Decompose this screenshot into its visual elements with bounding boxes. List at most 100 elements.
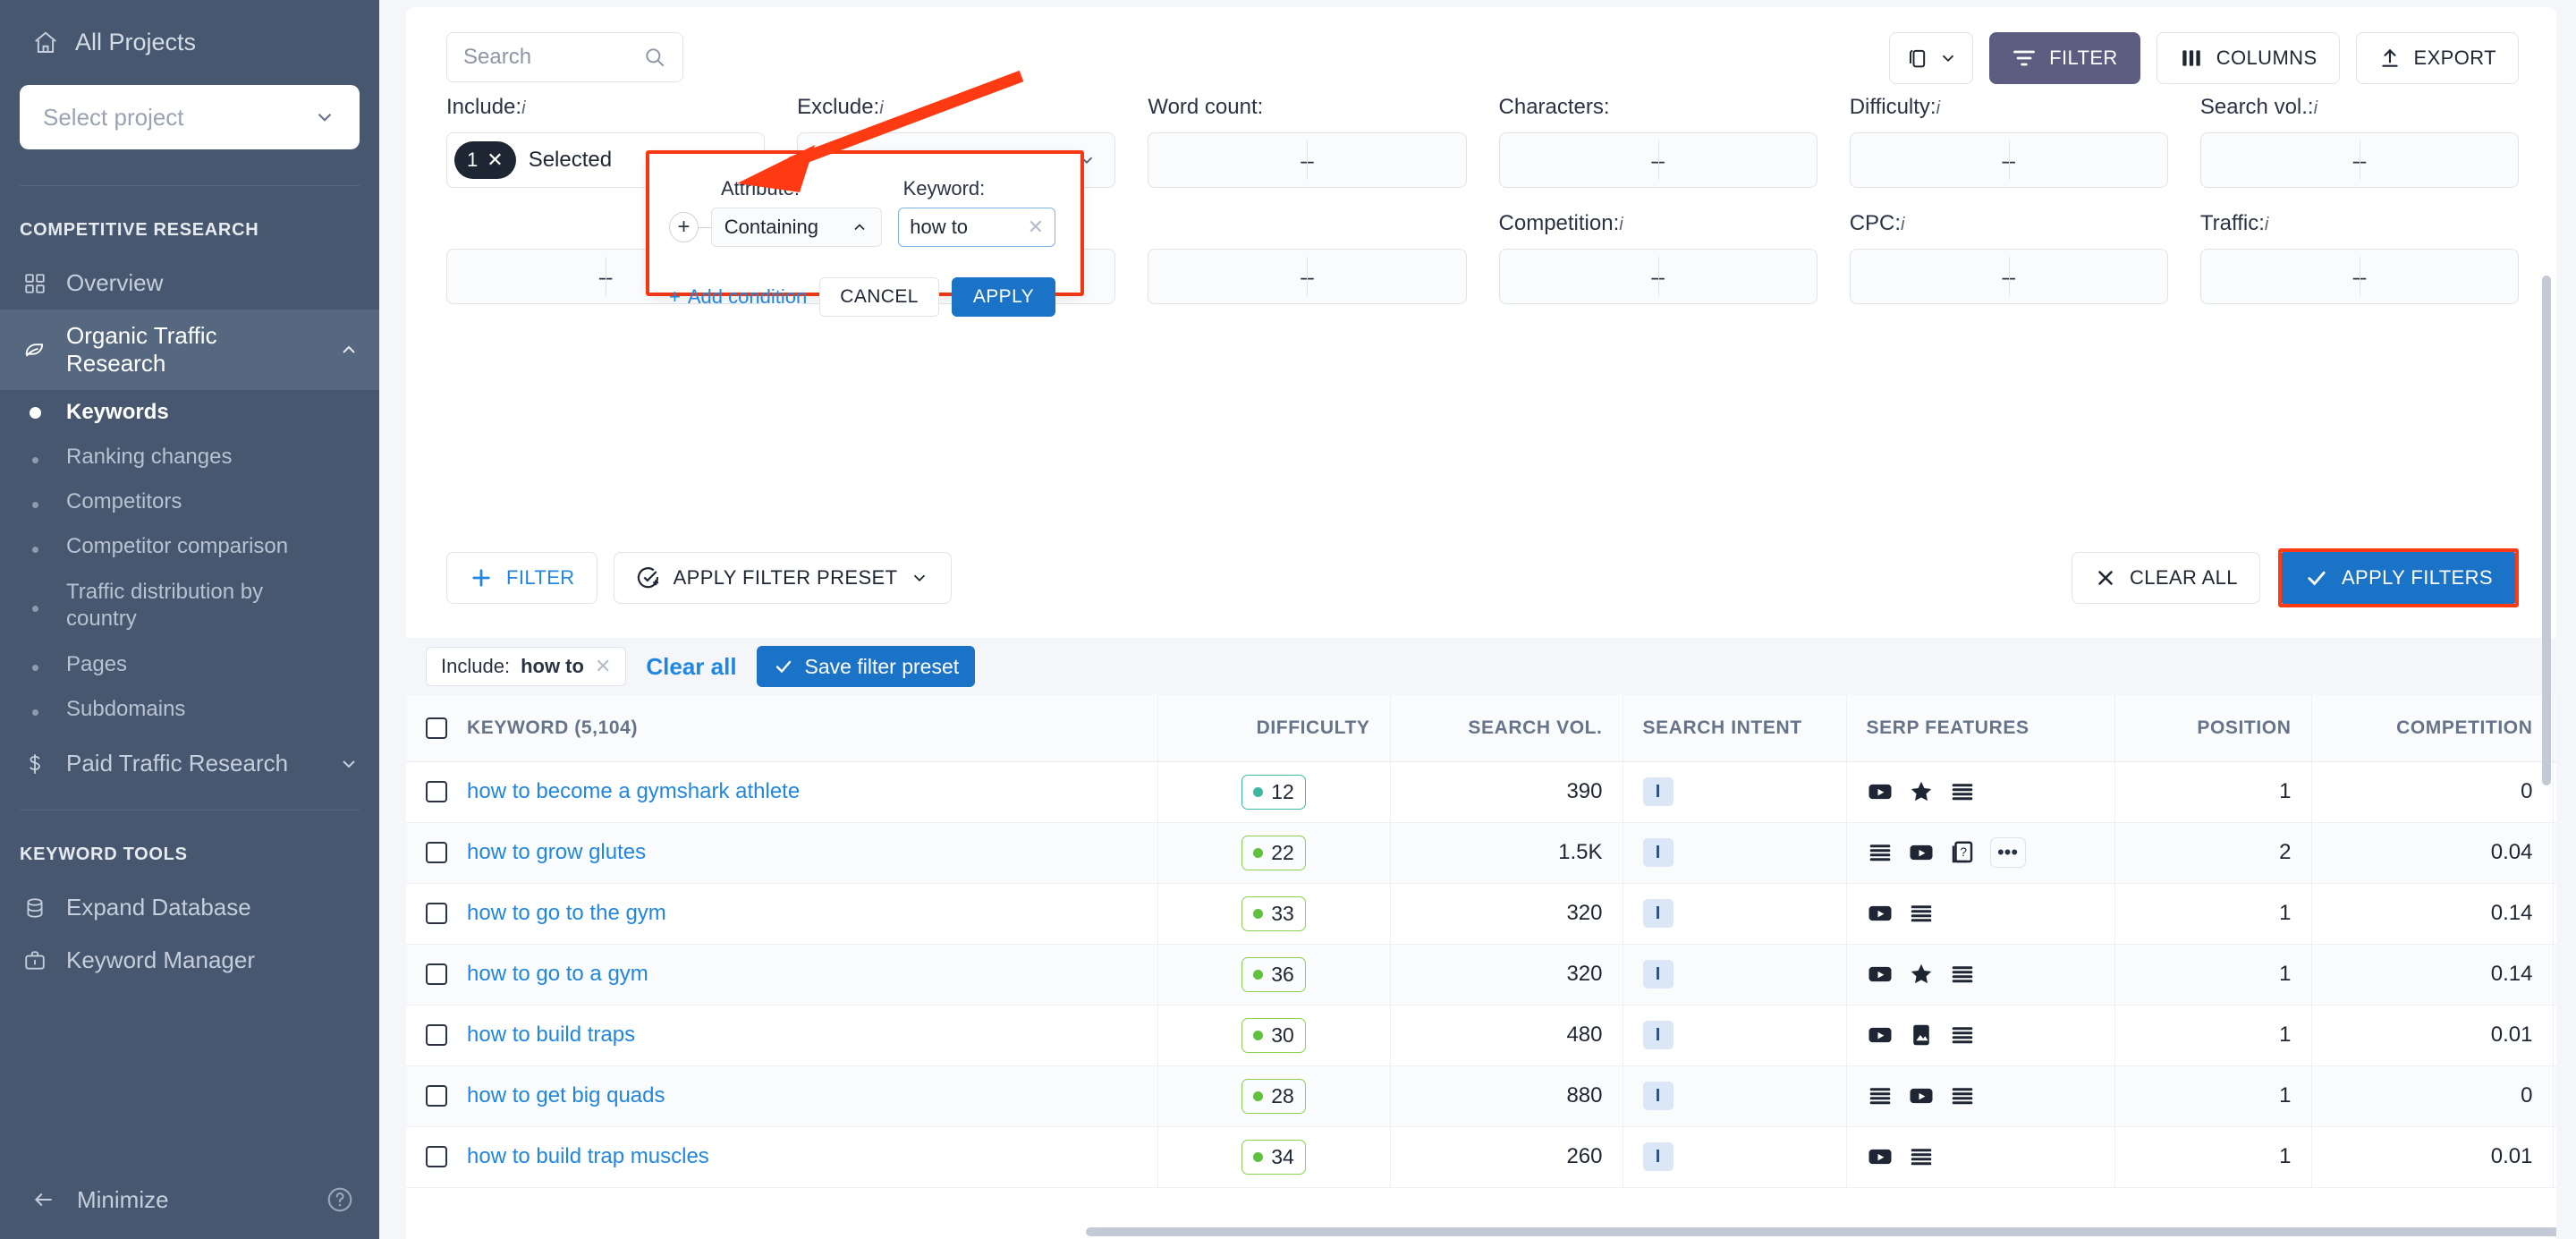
keyword-link[interactable]: how to build traps bbox=[467, 1023, 635, 1048]
keyword-link[interactable]: how to go to a gym bbox=[467, 962, 648, 987]
sidebar-top: All Projects Select project bbox=[0, 0, 379, 186]
project-select[interactable]: Select project bbox=[20, 85, 360, 149]
sidebar-item-competitor-comparison[interactable]: Competitor comparison bbox=[0, 524, 379, 569]
column-header-keyword[interactable]: KEYWORD (5,104) bbox=[406, 695, 1158, 762]
clear-icon[interactable]: ✕ bbox=[1028, 216, 1044, 239]
filter-row2-c-control[interactable]: – bbox=[1148, 249, 1467, 304]
cell-cpc: $0.08 bbox=[2553, 1065, 2556, 1127]
table-row[interactable]: how to go to a gym 36 320 I 10.14$2.36 bbox=[406, 944, 2556, 1006]
sidebar-item-keywords[interactable]: Keywords bbox=[0, 390, 379, 435]
sidebar-item-expand-database[interactable]: Expand Database bbox=[0, 881, 379, 934]
faq-icon: ? bbox=[1952, 841, 1972, 863]
row-checkbox[interactable] bbox=[426, 1146, 447, 1167]
column-header-cpc[interactable]: CPC bbox=[2553, 695, 2556, 762]
column-header-position[interactable]: POSITION bbox=[2114, 695, 2312, 762]
vertical-scrollbar[interactable] bbox=[2542, 276, 2551, 785]
table-row[interactable]: how to build trap muscles 34 260 I 10.01$0.1… bbox=[406, 1126, 2556, 1188]
apply-filter-preset-button[interactable]: APPLY FILTER PRESET bbox=[613, 552, 953, 604]
apply-button[interactable]: APPLY bbox=[951, 277, 1055, 317]
cell-difficulty: 12 bbox=[1157, 761, 1391, 823]
filter-difficulty-control[interactable]: – bbox=[1849, 132, 2168, 188]
save-filter-preset-button[interactable]: Save filter preset bbox=[756, 646, 976, 687]
search-placeholder: Search bbox=[463, 45, 532, 69]
check-icon bbox=[773, 656, 794, 677]
apply-filters-button[interactable]: APPLY FILTERS bbox=[2281, 552, 2515, 604]
sidebar-item-all-projects[interactable]: All Projects bbox=[20, 23, 360, 56]
sidebar-item-overview[interactable]: Overview bbox=[0, 257, 379, 310]
filter-competition-control[interactable]: – bbox=[1498, 249, 1818, 304]
table-row[interactable]: how to build traps 30 480 I 10.01$0.13 bbox=[406, 1005, 2556, 1066]
plus-icon: + bbox=[669, 285, 681, 308]
sidebar-item-paid-traffic-research[interactable]: Paid Traffic Research bbox=[0, 737, 379, 790]
sidebar-item-keyword-manager[interactable]: Keyword Manager bbox=[0, 934, 379, 987]
filter-cpc-control[interactable]: – bbox=[1849, 249, 2168, 304]
filter-traffic-control[interactable]: – bbox=[2199, 249, 2520, 304]
applied-filter-chip[interactable]: Include: how to ✕ bbox=[426, 647, 627, 686]
column-header-competition[interactable]: COMPETITION bbox=[2311, 695, 2554, 762]
column-header-serp-features[interactable]: SERP FEATURES bbox=[1846, 695, 2115, 762]
cancel-button[interactable]: CANCEL bbox=[819, 277, 939, 317]
table-row[interactable]: how to become a gymshark athlete 12 390 I 1 0… bbox=[406, 761, 2556, 823]
cell-keyword: how to build traps bbox=[406, 1005, 1158, 1066]
row-checkbox[interactable] bbox=[426, 1085, 447, 1107]
row-checkbox[interactable] bbox=[426, 963, 447, 985]
list-icon bbox=[1869, 1088, 1890, 1105]
minimize-button[interactable]: Minimize bbox=[30, 1186, 169, 1214]
export-button[interactable]: EXPORT bbox=[2355, 32, 2519, 84]
help-icon[interactable] bbox=[326, 1185, 354, 1214]
row-checkbox[interactable] bbox=[426, 903, 447, 924]
table-row[interactable]: how to go to the gym 33 320 I 10.14$2.36 bbox=[406, 883, 2556, 945]
serp-feature-list bbox=[1867, 1082, 2095, 1109]
video-icon bbox=[1868, 1027, 1891, 1043]
table-row[interactable]: how to get big quads 28 880 I 10$0.08 bbox=[406, 1065, 2556, 1127]
more-icon[interactable]: ••• bbox=[1989, 837, 2026, 868]
add-condition-link[interactable]: + Add condition bbox=[669, 285, 807, 309]
chevron-down-icon bbox=[1938, 48, 1958, 68]
sidebar-item-pages-label: Pages bbox=[66, 652, 128, 676]
close-icon[interactable]: ✕ bbox=[487, 149, 503, 172]
attribute-select[interactable]: Containing bbox=[710, 208, 883, 247]
select-all-checkbox[interactable] bbox=[426, 717, 447, 739]
attribute-select-value: Containing bbox=[724, 216, 818, 238]
sidebar-item-traffic-distribution[interactable]: Traffic distribution by country bbox=[0, 569, 379, 642]
keyword-input[interactable]: how to ✕ bbox=[898, 208, 1056, 247]
add-condition-circle-button[interactable]: + bbox=[669, 212, 699, 242]
sidebar-item-subdomains[interactable]: Subdomains bbox=[0, 687, 379, 732]
keyword-link[interactable]: how to get big quads bbox=[467, 1083, 665, 1108]
sidebar-item-ranking-changes[interactable]: Ranking changes bbox=[0, 435, 379, 479]
filter-word-count-control[interactable]: – bbox=[1148, 132, 1467, 188]
keyword-link[interactable]: how to grow glutes bbox=[467, 840, 646, 865]
close-icon[interactable]: ✕ bbox=[595, 655, 611, 678]
filter-search-vol-control[interactable]: – bbox=[2199, 132, 2520, 188]
apply-filter-preset-label: APPLY FILTER PRESET bbox=[673, 566, 898, 589]
sidebar-item-competitors[interactable]: Competitors bbox=[0, 479, 379, 524]
filter-characters-control[interactable]: – bbox=[1498, 132, 1818, 188]
horizontal-scrollbar[interactable] bbox=[1086, 1227, 2556, 1236]
column-header-search-vol[interactable]: SEARCH VOL. bbox=[1390, 695, 1623, 762]
row-checkbox[interactable] bbox=[426, 781, 447, 802]
filter-cpc-label: CPC:i bbox=[1849, 211, 1905, 235]
sidebar-item-organic-traffic-research[interactable]: Organic Traffic Research bbox=[0, 310, 379, 390]
search-input[interactable]: Search bbox=[446, 32, 683, 82]
clear-all-link[interactable]: Clear all bbox=[646, 653, 736, 681]
keyword-link[interactable]: how to go to the gym bbox=[467, 901, 666, 926]
serp-feature-list bbox=[1867, 778, 2095, 805]
filter-button[interactable]: FILTER bbox=[1989, 32, 2140, 84]
device-toggle-button[interactable] bbox=[1889, 32, 1974, 84]
export-button-label: EXPORT bbox=[2413, 47, 2496, 69]
include-selected-badge[interactable]: 1 ✕ bbox=[454, 141, 516, 179]
cell-cpc: $2.36 bbox=[2553, 883, 2556, 945]
column-header-search-intent[interactable]: SEARCH INTENT bbox=[1623, 695, 1847, 762]
row-checkbox[interactable] bbox=[426, 1024, 447, 1046]
keyword-link[interactable]: how to become a gymshark athlete bbox=[467, 779, 800, 804]
sidebar-item-pages[interactable]: Pages bbox=[0, 642, 379, 687]
video-icon bbox=[1910, 1088, 1932, 1104]
columns-button[interactable]: COLUMNS bbox=[2156, 32, 2340, 84]
row-checkbox[interactable] bbox=[426, 842, 447, 863]
keyword-link[interactable]: how to build trap muscles bbox=[467, 1144, 709, 1169]
column-header-difficulty[interactable]: DIFFICULTY bbox=[1157, 695, 1391, 762]
add-filter-button[interactable]: FILTER bbox=[446, 552, 597, 604]
serp-feature-list bbox=[1867, 1143, 2095, 1170]
clear-all-button[interactable]: CLEAR ALL bbox=[2071, 552, 2260, 604]
table-row[interactable]: how to grow glutes 22 1.5K I? ••• 20.04$1.34 bbox=[406, 822, 2556, 884]
